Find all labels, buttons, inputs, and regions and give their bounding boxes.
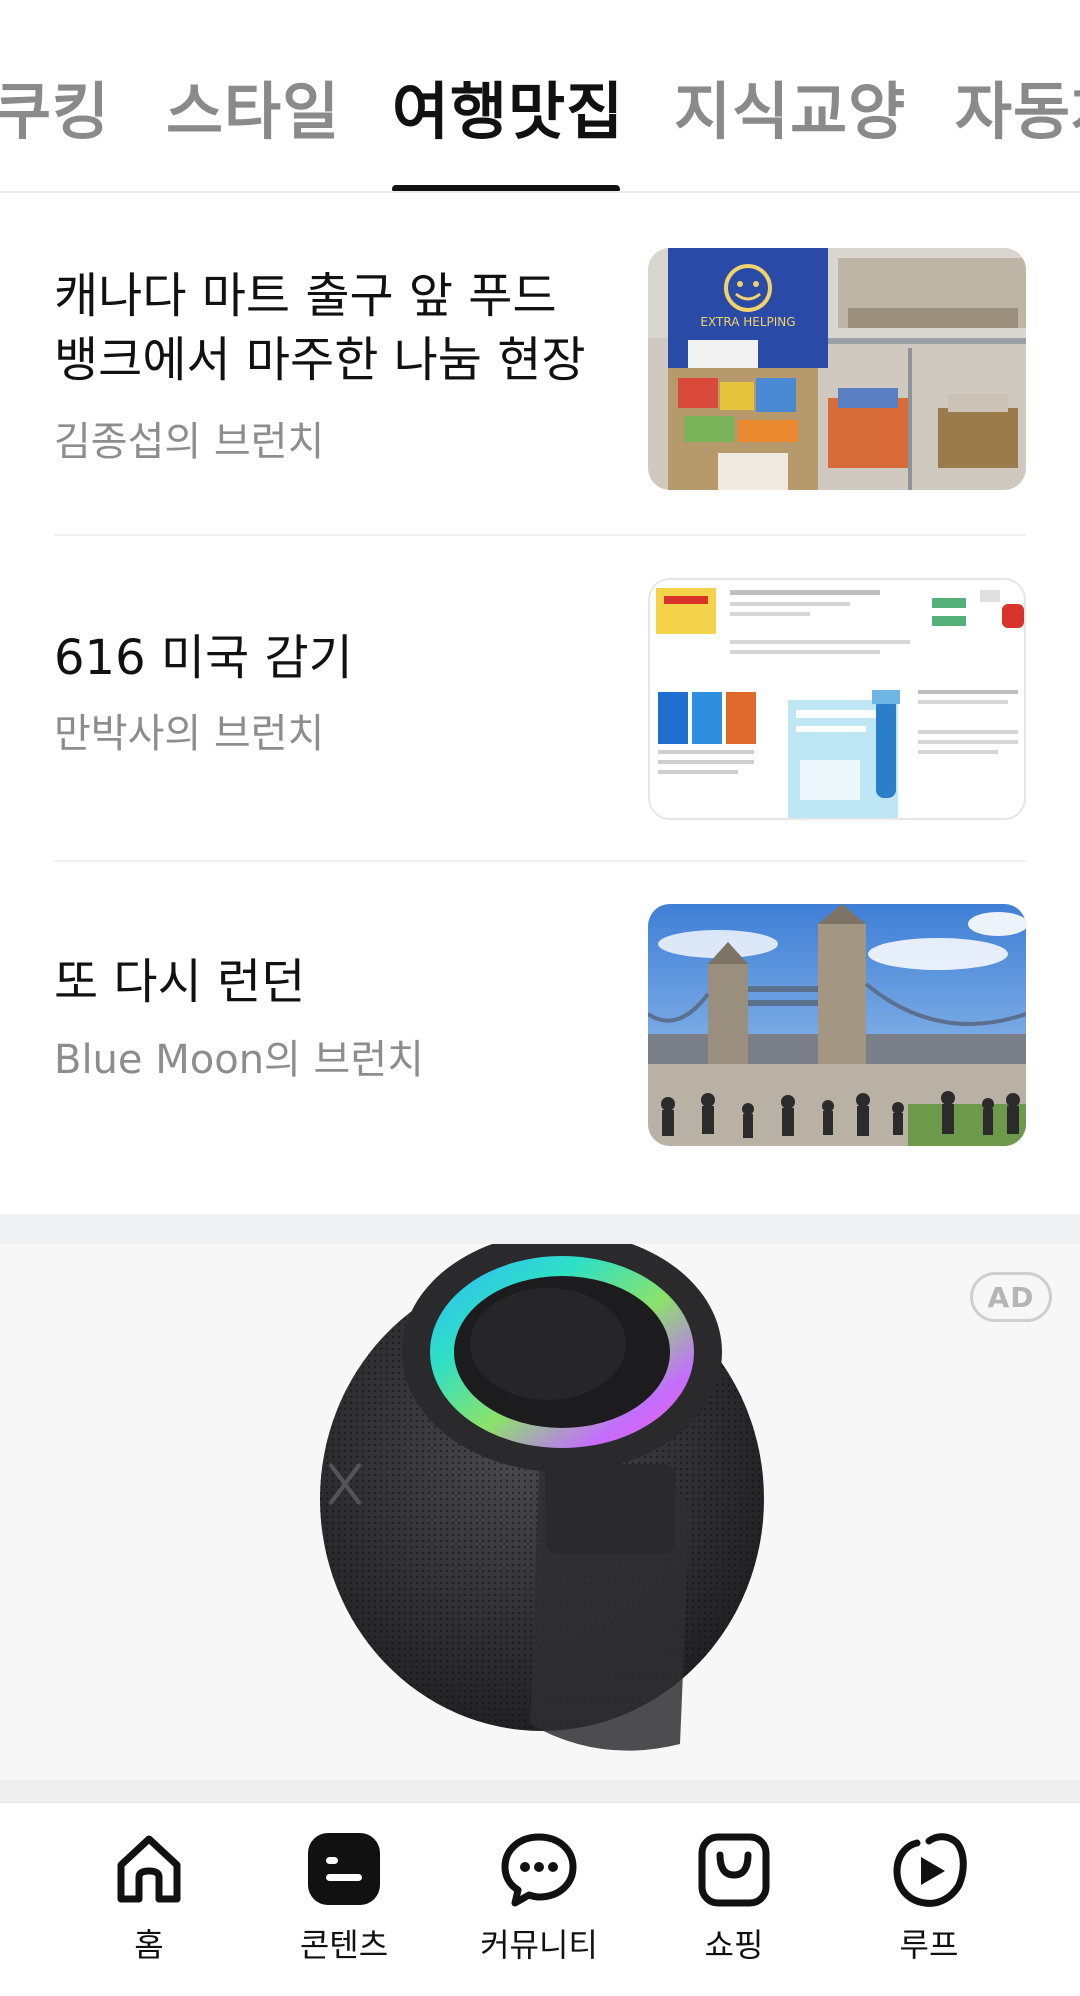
nav-shopping[interactable]: 쇼핑 xyxy=(654,1827,814,1977)
category-tabs: 쿠킹 스타일 여행맛집 지식교양 자동차 xyxy=(0,0,1080,193)
article-item[interactable]: 616 미국 감기 만박사의 브런치 xyxy=(54,578,1026,820)
bottom-navigation: 홈 콘텐츠 커뮤니티 쇼핑 루프 xyxy=(0,1802,1080,1996)
nav-community-label: 커뮤니티 xyxy=(480,1926,598,1964)
active-tab-indicator xyxy=(392,185,620,191)
article-author: Blue Moon의 브런치 xyxy=(54,1037,424,1083)
nav-home-label: 홈 xyxy=(134,1926,164,1964)
article-author: 만박사의 브런치 xyxy=(54,711,325,757)
nav-home[interactable]: 홈 xyxy=(69,1827,229,1977)
article-thumbnail xyxy=(648,578,1026,820)
article-title: 616 미국 감기 xyxy=(54,626,614,690)
nav-shopping-label: 쇼핑 xyxy=(704,1926,764,1964)
ad-banner[interactable]: AD xyxy=(0,1244,1080,1780)
article-author: 김종섭의 브런치 xyxy=(54,419,325,465)
ad-bottom-gap xyxy=(0,1780,1080,1802)
article-thumbnail: EXTRA HELPING xyxy=(648,248,1026,490)
tab-cars[interactable]: 자동차 xyxy=(955,70,1080,154)
speaker-product-image xyxy=(320,1244,764,1751)
article-title: 캐나다 마트 출구 앞 푸드 뱅크에서 마주한 나눔 현장 xyxy=(54,264,614,392)
tab-style[interactable]: 스타일 xyxy=(166,70,340,154)
tab-cooking[interactable]: 쿠킹 xyxy=(0,70,110,154)
app-screen: 쿠킹 스타일 여행맛집 지식교양 자동차 캐나다 마트 출구 앞 푸드 뱅크에서… xyxy=(0,0,1080,1996)
loop-play-icon xyxy=(893,1833,967,1907)
nav-contents[interactable]: 콘텐츠 xyxy=(264,1827,424,1977)
article-title: 또 다시 런던 xyxy=(54,950,614,1014)
tab-knowledge[interactable]: 지식교양 xyxy=(674,70,906,154)
article-title-line: 뱅크에서 마주한 나눔 현장 xyxy=(54,332,586,388)
nav-loop-label: 루프 xyxy=(899,1926,959,1964)
article-item[interactable]: 캐나다 마트 출구 앞 푸드 뱅크에서 마주한 나눔 현장 김종섭의 브런치 E… xyxy=(54,248,1026,490)
tab-travel-food[interactable]: 여행맛집 xyxy=(392,70,624,154)
article-title-line: 또 다시 런던 xyxy=(54,954,306,1010)
shopping-bag-icon xyxy=(698,1833,770,1907)
nav-contents-label: 콘텐츠 xyxy=(299,1926,389,1964)
list-divider xyxy=(54,860,1026,862)
nav-loop[interactable]: 루프 xyxy=(849,1827,1009,1977)
ad-badge: AD xyxy=(970,1272,1052,1322)
home-icon xyxy=(117,1835,181,1903)
chat-bubble-icon xyxy=(501,1833,577,1907)
nav-community[interactable]: 커뮤니티 xyxy=(459,1827,619,1977)
article-thumbnail xyxy=(648,904,1026,1146)
article-item[interactable]: 또 다시 런던 Blue Moon의 브런치 xyxy=(54,904,1026,1146)
thumb-sign-text: EXTRA HELPING xyxy=(700,315,795,329)
list-divider xyxy=(54,534,1026,536)
contents-icon xyxy=(308,1833,380,1905)
ad-separator xyxy=(0,1214,1080,1244)
article-title-line: 616 미국 감기 xyxy=(54,630,353,686)
article-title-line: 캐나다 마트 출구 앞 푸드 xyxy=(54,268,557,324)
